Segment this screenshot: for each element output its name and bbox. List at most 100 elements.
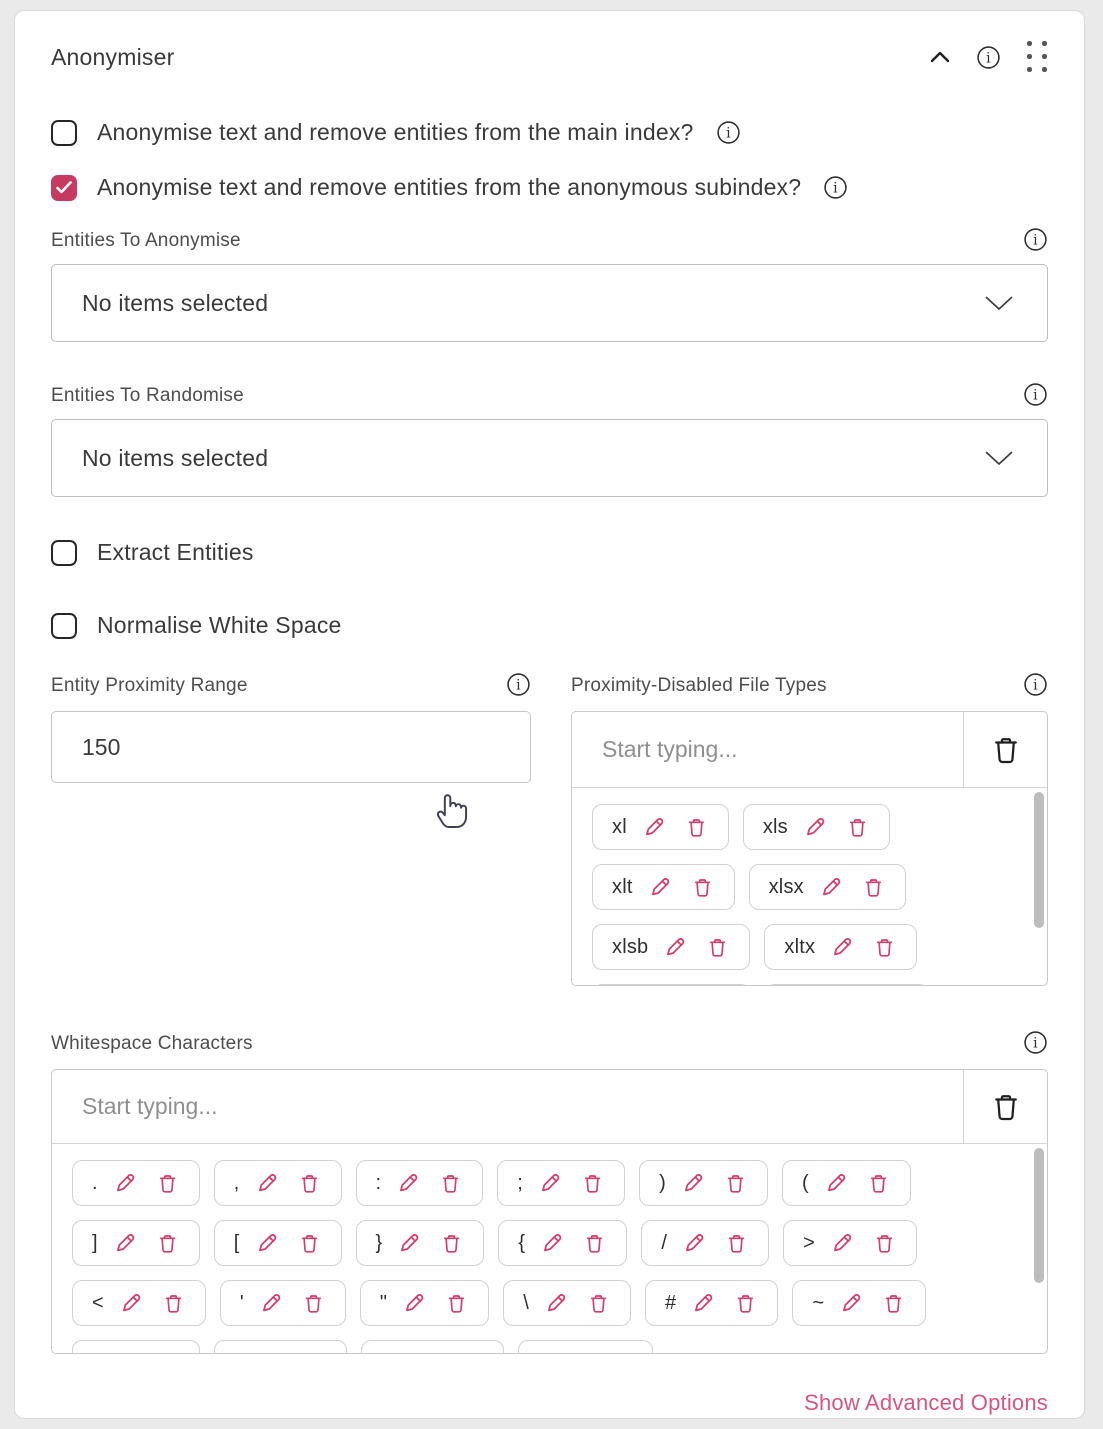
chip-trash-icon[interactable] xyxy=(845,815,870,840)
chip-trash-icon[interactable] xyxy=(155,1231,180,1256)
info-icon[interactable]: i xyxy=(716,120,741,145)
chip-trash-icon[interactable] xyxy=(861,875,886,900)
edit-pencil-icon[interactable] xyxy=(396,1170,423,1197)
edit-pencil-icon[interactable] xyxy=(417,1350,444,1354)
whitespace-chip: ' xyxy=(220,1280,346,1326)
chip-label: xlsx xyxy=(769,876,804,899)
chip-trash-icon[interactable] xyxy=(439,1231,464,1256)
chip-label: } xyxy=(376,1232,383,1255)
extract-entities-checkbox[interactable] xyxy=(51,540,77,566)
edit-pencil-icon[interactable] xyxy=(819,874,846,901)
chip-trash-icon[interactable] xyxy=(438,1171,463,1196)
normalise-white-space-checkbox[interactable] xyxy=(51,613,77,639)
main-index-row: Anonymise text and remove entities from … xyxy=(51,119,1048,146)
clear-all-trash-icon[interactable] xyxy=(963,1070,1047,1143)
chip-trash-icon[interactable] xyxy=(444,1291,469,1316)
info-icon[interactable]: i xyxy=(1023,382,1048,407)
scrollbar-thumb[interactable] xyxy=(1034,792,1044,928)
edit-pencil-icon[interactable] xyxy=(839,1290,866,1317)
chip-label: ? xyxy=(234,1352,245,1354)
edit-pencil-icon[interactable] xyxy=(260,1350,287,1354)
edit-pencil-icon[interactable] xyxy=(566,1350,593,1354)
file-types-search-input[interactable] xyxy=(572,712,963,787)
collapse-chevron-icon[interactable] xyxy=(930,51,950,63)
edit-pencil-icon[interactable] xyxy=(113,1230,140,1257)
edit-pencil-icon[interactable] xyxy=(824,1170,851,1197)
chip-trash-icon[interactable] xyxy=(297,1231,322,1256)
edit-pencil-icon[interactable] xyxy=(544,1290,571,1317)
info-icon[interactable]: i xyxy=(823,175,848,200)
edit-pencil-icon[interactable] xyxy=(538,1170,565,1197)
chip-trash-icon[interactable] xyxy=(705,935,730,960)
drag-handle-icon[interactable] xyxy=(1027,41,1048,73)
chip-label: xls xyxy=(763,816,788,839)
info-icon[interactable]: i xyxy=(1023,672,1048,697)
edit-pencil-icon[interactable] xyxy=(259,1290,286,1317)
svg-text:i: i xyxy=(986,50,991,66)
edit-pencil-icon[interactable] xyxy=(681,1170,708,1197)
edit-pencil-icon[interactable] xyxy=(540,1230,567,1257)
entity-proximity-range-input[interactable] xyxy=(51,711,531,783)
chip-trash-icon[interactable] xyxy=(872,935,897,960)
chip-trash-icon[interactable] xyxy=(866,1171,891,1196)
edit-pencil-icon[interactable] xyxy=(255,1170,282,1197)
chip-trash-icon[interactable] xyxy=(872,1231,897,1256)
chip-label: xl xyxy=(612,816,627,839)
entities-to-anonymise-select[interactable]: No items selected xyxy=(51,264,1048,342)
chip-label: @ xyxy=(381,1352,402,1354)
anonymous-subindex-checkbox[interactable] xyxy=(51,175,77,201)
chip-label: xltx xyxy=(784,936,815,959)
chip-trash-icon[interactable] xyxy=(297,1171,322,1196)
edit-pencil-icon[interactable] xyxy=(255,1230,282,1257)
edit-pencil-icon[interactable] xyxy=(663,934,690,961)
chip-trash-icon[interactable] xyxy=(580,1171,605,1196)
entities-to-randomise-select[interactable]: No items selected xyxy=(51,419,1048,497)
edit-pencil-icon[interactable] xyxy=(803,814,830,841)
chip-trash-icon[interactable] xyxy=(586,1291,611,1316)
chip-trash-icon[interactable] xyxy=(459,1351,484,1354)
chip-trash-icon[interactable] xyxy=(881,1291,906,1316)
edit-pencil-icon[interactable] xyxy=(682,1230,709,1257)
chip-trash-icon[interactable] xyxy=(155,1351,180,1354)
chip-label: ! xyxy=(92,1352,98,1354)
chip-trash-icon[interactable] xyxy=(301,1291,326,1316)
edit-pencil-icon[interactable] xyxy=(830,1230,857,1257)
chip-trash-icon[interactable] xyxy=(690,875,715,900)
chip-trash-icon[interactable] xyxy=(724,1231,749,1256)
entities-to-randomise-label: Entities To Randomise xyxy=(51,385,244,407)
chip-trash-icon[interactable] xyxy=(723,1171,748,1196)
info-icon[interactable]: i xyxy=(976,45,1001,70)
clear-all-trash-icon[interactable] xyxy=(963,712,1047,787)
info-icon[interactable]: i xyxy=(1023,1030,1048,1055)
svg-text:i: i xyxy=(1033,1036,1038,1052)
select-value: No items selected xyxy=(82,290,268,317)
chip-trash-icon[interactable] xyxy=(302,1351,327,1354)
chip-trash-icon[interactable] xyxy=(608,1351,633,1354)
edit-pencil-icon[interactable] xyxy=(691,1290,718,1317)
whitespace-chip: ] xyxy=(72,1220,200,1266)
whitespace-search-input[interactable] xyxy=(52,1070,963,1143)
info-icon[interactable]: i xyxy=(1023,227,1048,252)
edit-pencil-icon[interactable] xyxy=(648,874,675,901)
edit-pencil-icon[interactable] xyxy=(830,934,857,961)
whitespace-chip: . xyxy=(72,1160,200,1206)
edit-pencil-icon[interactable] xyxy=(642,814,669,841)
edit-pencil-icon[interactable] xyxy=(113,1170,140,1197)
main-index-checkbox[interactable] xyxy=(51,120,77,146)
show-advanced-options-link[interactable]: Show Advanced Options xyxy=(804,1390,1048,1416)
file-type-chip: xl xyxy=(592,804,729,850)
scrollbar-thumb[interactable] xyxy=(1034,1148,1044,1283)
chip-label: ; xyxy=(517,1172,523,1195)
chip-trash-icon[interactable] xyxy=(684,815,709,840)
chip-trash-icon[interactable] xyxy=(155,1171,180,1196)
whitespace-chip: @ xyxy=(361,1340,504,1353)
edit-pencil-icon[interactable] xyxy=(402,1290,429,1317)
chip-trash-icon[interactable] xyxy=(582,1231,607,1256)
edit-pencil-icon[interactable] xyxy=(113,1350,140,1354)
chip-trash-icon[interactable] xyxy=(733,1291,758,1316)
edit-pencil-icon[interactable] xyxy=(397,1230,424,1257)
info-icon[interactable]: i xyxy=(506,672,531,697)
chip-label: # xyxy=(665,1292,676,1315)
chip-trash-icon[interactable] xyxy=(161,1291,186,1316)
edit-pencil-icon[interactable] xyxy=(119,1290,146,1317)
